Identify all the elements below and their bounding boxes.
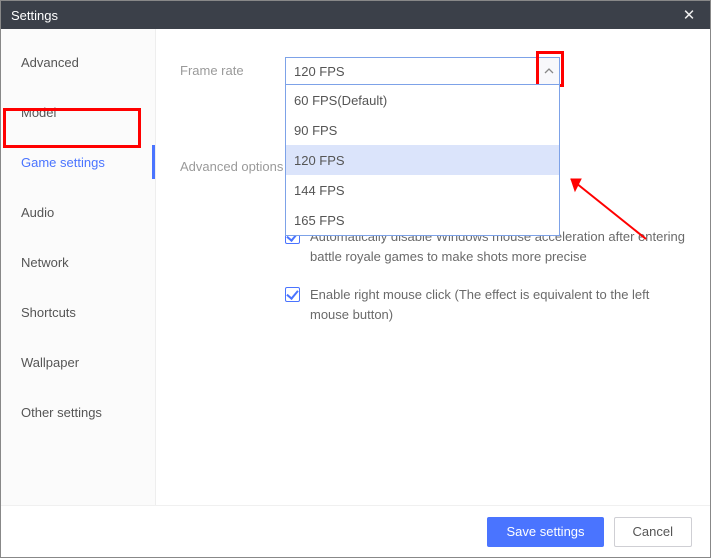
sidebar-item-label: Network bbox=[21, 255, 69, 270]
window-body: Advanced Model Game settings Audio Netwo… bbox=[1, 29, 710, 505]
frame-rate-row: Frame rate 120 FPS bbox=[180, 57, 686, 85]
content-pane: Frame rate 120 FPS Advanced options Aut bbox=[156, 29, 710, 505]
sidebar-item-game-settings[interactable]: Game settings bbox=[1, 137, 155, 187]
frame-rate-select[interactable]: 120 FPS bbox=[285, 57, 560, 85]
checkbox-icon[interactable] bbox=[285, 287, 300, 302]
frame-rate-option[interactable]: 165 FPS bbox=[286, 205, 559, 235]
sidebar-item-wallpaper[interactable]: Wallpaper bbox=[1, 337, 155, 387]
titlebar: Settings ✕ bbox=[1, 1, 710, 29]
checkbox-label: Enable right mouse click (The effect is … bbox=[310, 285, 686, 325]
sidebar-item-other-settings[interactable]: Other settings bbox=[1, 387, 155, 437]
close-icon[interactable]: ✕ bbox=[676, 2, 702, 28]
frame-rate-label: Frame rate bbox=[180, 57, 285, 85]
advanced-options-label: Advanced options bbox=[180, 153, 285, 326]
sidebar-item-label: Audio bbox=[21, 205, 54, 220]
checkbox-right-click[interactable]: Enable right mouse click (The effect is … bbox=[285, 285, 686, 325]
sidebar-item-label: Game settings bbox=[21, 155, 105, 170]
settings-window: Settings ✕ Advanced Model Game settings … bbox=[0, 0, 711, 558]
sidebar-item-network[interactable]: Network bbox=[1, 237, 155, 287]
window-title: Settings bbox=[11, 8, 676, 23]
frame-rate-option[interactable]: 144 FPS bbox=[286, 175, 559, 205]
frame-rate-option[interactable]: 90 FPS bbox=[286, 115, 559, 145]
sidebar-item-label: Wallpaper bbox=[21, 355, 79, 370]
cancel-button[interactable]: Cancel bbox=[614, 517, 692, 547]
sidebar-item-label: Advanced bbox=[21, 55, 79, 70]
sidebar-item-label: Shortcuts bbox=[21, 305, 76, 320]
sidebar-item-label: Model bbox=[21, 105, 56, 120]
frame-rate-option-selected[interactable]: 120 FPS bbox=[286, 145, 559, 175]
frame-rate-dropdown: 60 FPS(Default) 90 FPS 120 FPS 144 FPS 1… bbox=[285, 84, 560, 236]
save-button[interactable]: Save settings bbox=[487, 517, 603, 547]
sidebar-item-model[interactable]: Model bbox=[1, 87, 155, 137]
footer: Save settings Cancel bbox=[1, 505, 710, 557]
sidebar-item-audio[interactable]: Audio bbox=[1, 187, 155, 237]
sidebar: Advanced Model Game settings Audio Netwo… bbox=[1, 29, 156, 505]
sidebar-item-label: Other settings bbox=[21, 405, 102, 420]
frame-rate-option[interactable]: 60 FPS(Default) bbox=[286, 85, 559, 115]
sidebar-item-shortcuts[interactable]: Shortcuts bbox=[1, 287, 155, 337]
chevron-up-icon[interactable] bbox=[537, 58, 559, 84]
frame-rate-value: 120 FPS bbox=[294, 64, 345, 79]
sidebar-item-advanced[interactable]: Advanced bbox=[1, 37, 155, 87]
